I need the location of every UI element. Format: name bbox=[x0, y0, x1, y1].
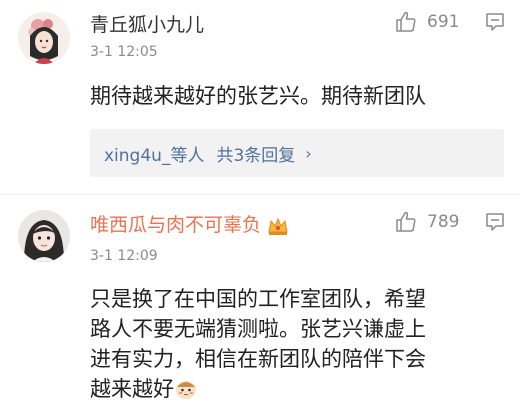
comment-text-line: 只是换了在中国的工作室团队，希望 bbox=[90, 287, 426, 311]
comment-text-line: 越来越好 bbox=[90, 374, 502, 404]
crown-vip-icon bbox=[268, 217, 288, 235]
user-avatar[interactable] bbox=[18, 12, 70, 64]
illustrated-girl-avatar-icon bbox=[18, 12, 70, 64]
comment-timestamp: 3-1 12:05 bbox=[90, 44, 158, 60]
comment-username[interactable]: 唯西瓜与肉不可辜负 bbox=[90, 210, 289, 237]
reply-users[interactable]: xing4u_等人 bbox=[104, 141, 204, 166]
like-count: 691 bbox=[427, 12, 460, 32]
like-button[interactable]: 789 bbox=[395, 210, 459, 234]
like-button[interactable]: 691 bbox=[395, 10, 459, 34]
comment-text-line: 路人不要无端猜测啦。张艺兴谦虚上 bbox=[90, 317, 426, 341]
photo-girl-avatar-icon bbox=[18, 210, 70, 262]
thumbs-up-icon bbox=[396, 11, 416, 32]
comment-item: 青丘狐小九儿 3-1 12:05 691 期待越来越好的张艺兴。期待新团队 xi… bbox=[0, 0, 520, 196]
comment-text-line: 进有实力，相信在新团队的陪伴下会 bbox=[90, 347, 426, 371]
cute-emoji-icon bbox=[176, 381, 196, 399]
comment-reply-icon[interactable] bbox=[485, 212, 505, 232]
comment-username[interactable]: 青丘狐小九儿 bbox=[90, 10, 204, 37]
user-avatar[interactable] bbox=[18, 210, 70, 262]
comment-timestamp: 3-1 12:09 bbox=[90, 248, 158, 264]
like-count: 789 bbox=[427, 212, 460, 232]
comment-reply-icon[interactable] bbox=[485, 12, 505, 32]
comment-item: 唯西瓜与肉不可辜负 3-1 12:09 789 只是换了在中国的工作室团队，希望… bbox=[0, 196, 520, 405]
username-text[interactable]: 唯西瓜与肉不可辜负 bbox=[90, 214, 261, 236]
thumbs-up-icon bbox=[396, 211, 416, 232]
replies-preview[interactable]: xing4u_等人 共3条回复 › bbox=[90, 129, 504, 177]
reply-count-link[interactable]: 共3条回复 bbox=[216, 141, 295, 166]
chevron-right-icon: › bbox=[305, 143, 312, 163]
comment-text-line-end: 越来越好 bbox=[90, 377, 174, 401]
comment-text: 只是换了在中国的工作室团队，希望 路人不要无端猜测啦。张艺兴谦虚上 进有实力，相… bbox=[90, 284, 502, 404]
divider bbox=[0, 194, 520, 195]
comment-text: 期待越来越好的张艺兴。期待新团队 bbox=[90, 84, 426, 108]
